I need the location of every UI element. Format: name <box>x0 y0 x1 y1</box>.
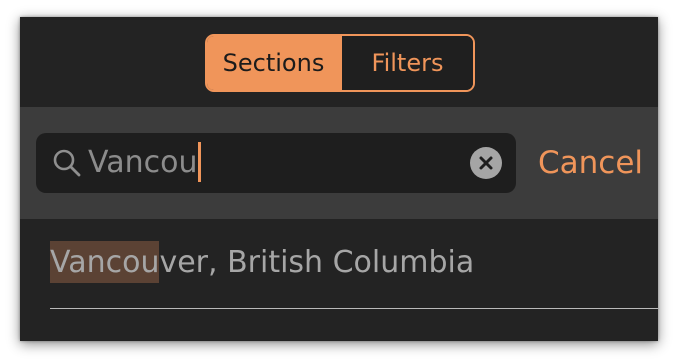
clear-button[interactable] <box>470 147 502 179</box>
search-result-row[interactable]: Vancouver, British Columbia <box>50 241 658 309</box>
search-result-label: Vancouver, British Columbia <box>50 241 474 285</box>
search-input-value: Vancou <box>88 145 198 180</box>
search-icon <box>52 148 82 178</box>
app-window: Sections Filters Vancou Cancel Vancouver… <box>20 17 658 341</box>
segmented-control: Sections Filters <box>205 34 475 92</box>
match-highlight: Vancou <box>50 241 160 283</box>
result-remainder: ver, British Columbia <box>159 245 475 280</box>
text-cursor <box>198 141 202 182</box>
cancel-button[interactable]: Cancel <box>538 133 643 193</box>
tab-filters[interactable]: Filters <box>342 36 473 90</box>
search-field[interactable]: Vancou <box>36 133 516 193</box>
search-input[interactable]: Vancou <box>88 139 448 187</box>
row-separator <box>50 308 658 309</box>
search-bar: Vancou Cancel <box>20 107 658 219</box>
tab-sections[interactable]: Sections <box>207 36 342 90</box>
clear-icon <box>479 156 493 170</box>
